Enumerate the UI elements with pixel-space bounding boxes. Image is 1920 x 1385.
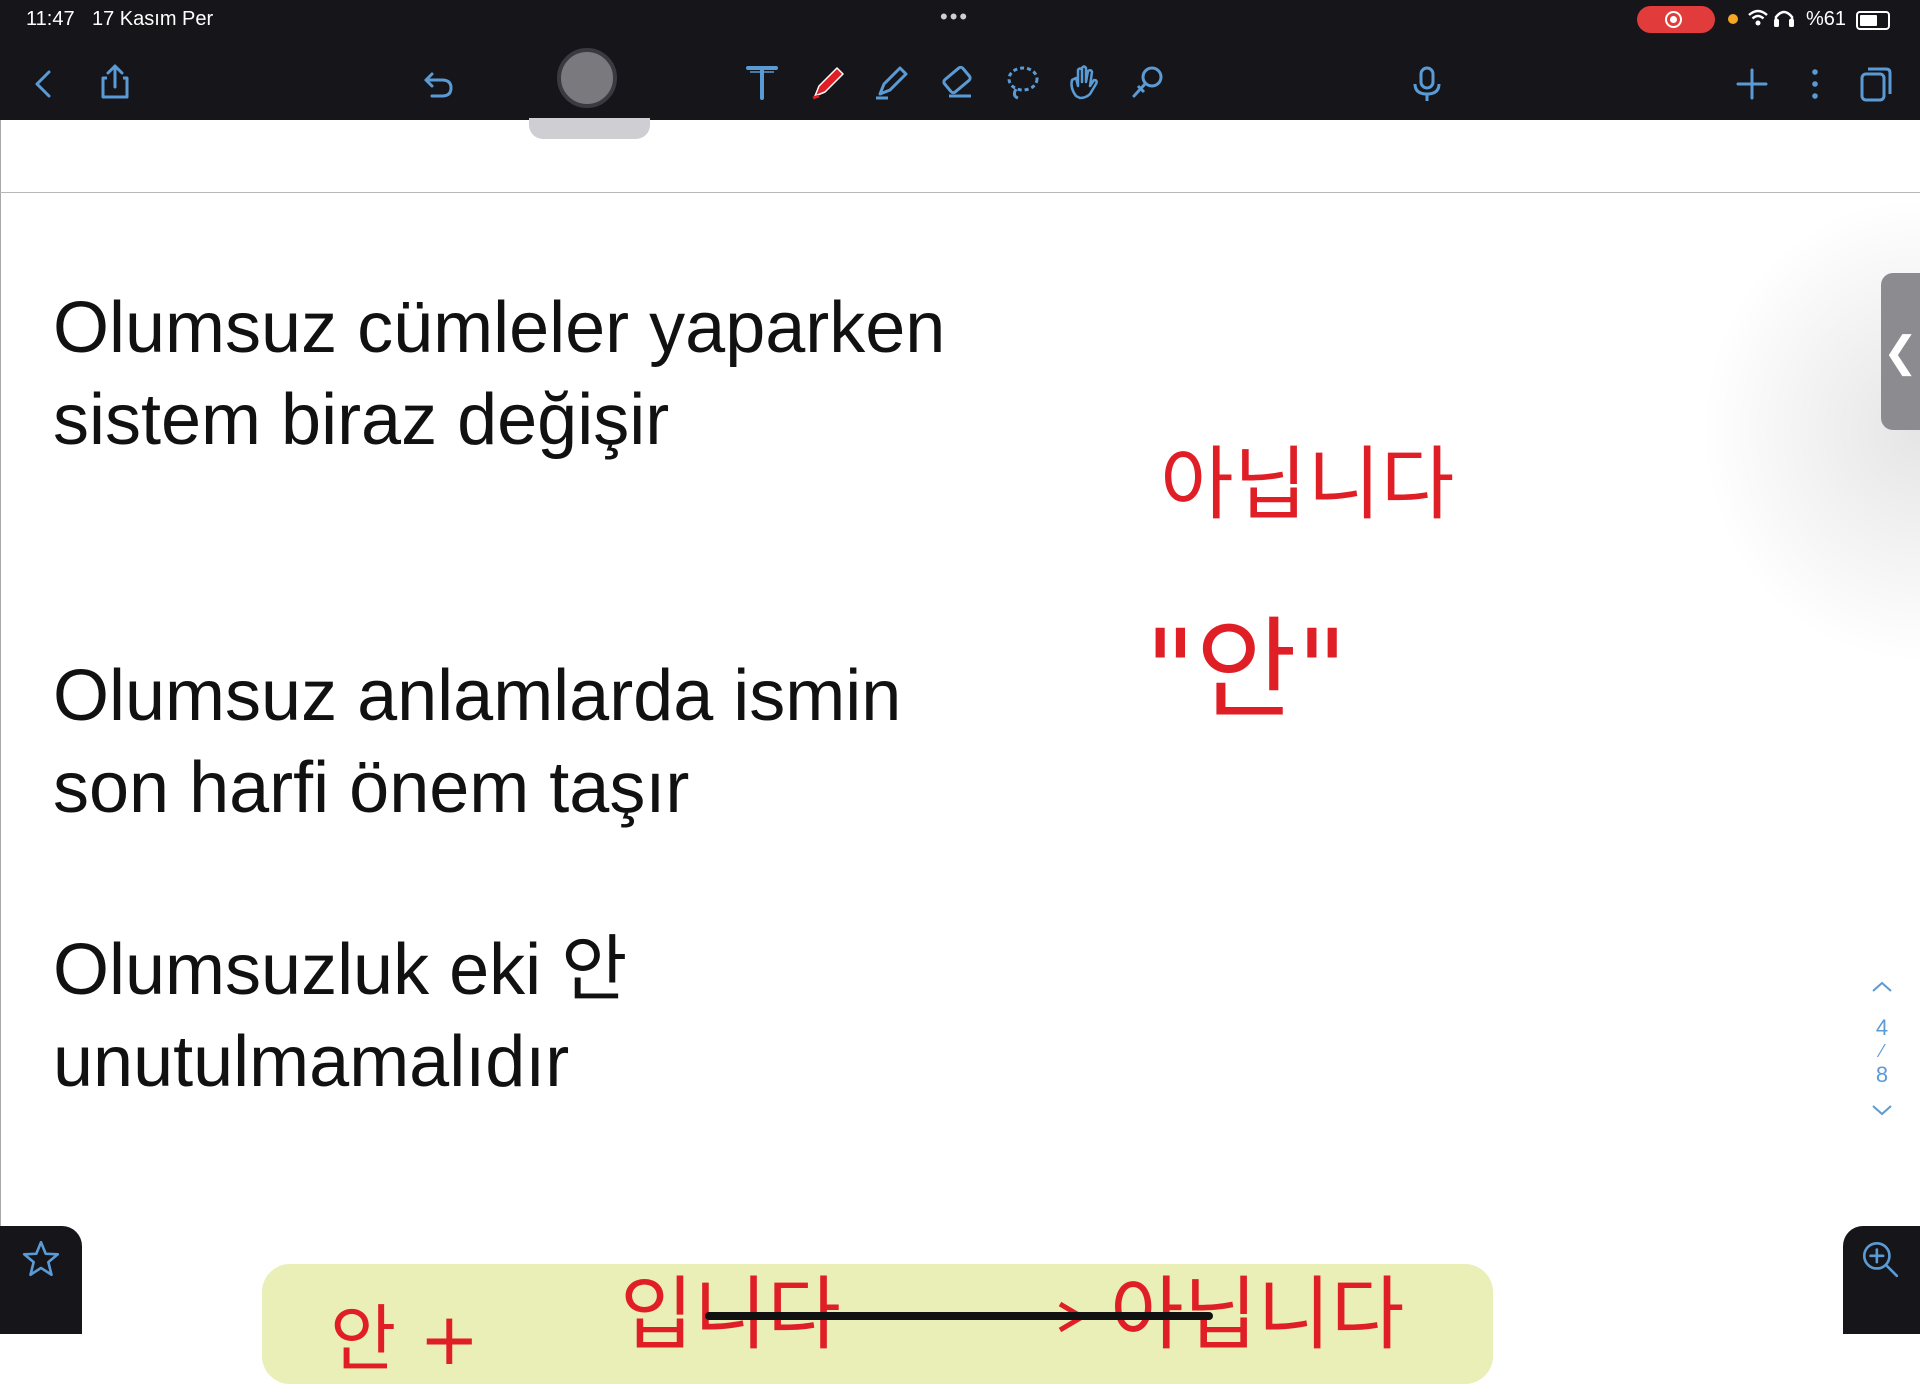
pen-icon[interactable]: [805, 58, 853, 106]
highlighter-icon[interactable]: [868, 58, 916, 106]
more-options-icon[interactable]: [1791, 60, 1839, 108]
drag-handle-button[interactable]: [557, 48, 617, 108]
share-icon[interactable]: [91, 58, 139, 106]
handwritten-anipnida-bottom: 아닙니다: [1110, 1268, 1405, 1361]
eraser-icon[interactable]: [933, 58, 981, 106]
page-left-edge: [0, 120, 1, 1230]
top-bar: 11:47 17 Kasım Per ••• %61: [0, 0, 1920, 120]
side-panel-shadow: [1700, 195, 1920, 665]
page-separator: ⁄: [1880, 1041, 1884, 1061]
zoom-button[interactable]: [1843, 1226, 1920, 1334]
handwritten-an-plus: 안 +: [330, 1297, 480, 1381]
page-indicator: 4 ⁄ 8: [1862, 975, 1902, 1124]
text-icon[interactable]: [738, 58, 786, 106]
page-total: 8: [1875, 1062, 1889, 1087]
mic-in-use-dot: [1728, 14, 1738, 24]
record-icon: [1665, 11, 1682, 28]
note-line-1a: Olumsuz cümleler yaparken: [53, 288, 946, 368]
side-panel-handle[interactable]: ❮: [1881, 273, 1920, 430]
handwritten-anipnida: 아닙니다: [1160, 438, 1455, 531]
page-down-icon[interactable]: [1862, 1098, 1902, 1124]
pages-icon[interactable]: [1852, 60, 1900, 108]
handwritten-an-quote: "안": [1145, 606, 1348, 734]
favorite-button[interactable]: [0, 1226, 82, 1334]
note-line-2b: son harfi önem taşır: [53, 748, 690, 828]
wifi-icon: [1748, 9, 1794, 27]
page-current: 4: [1875, 1015, 1889, 1040]
status-bar: 11:47 17 Kasım Per ••• %61: [0, 0, 1920, 38]
page-divider: [0, 192, 1920, 193]
toolbar-pull-tab[interactable]: [529, 118, 650, 139]
note-line-1b: sistem biraz değişir: [53, 380, 670, 460]
wifi-headphones-icons: [1746, 6, 1802, 36]
add-icon[interactable]: [1728, 60, 1776, 108]
zoom-in-icon: [1862, 1241, 1899, 1278]
star-icon: [22, 1240, 60, 1277]
status-time: 11:47: [26, 8, 75, 30]
handwritten-imnida: 입니다: [620, 1268, 841, 1361]
lasso-icon[interactable]: [998, 58, 1046, 106]
multitask-dots[interactable]: •••: [940, 4, 969, 30]
hand-tool-icon[interactable]: [1060, 58, 1108, 106]
screen-recording-indicator[interactable]: [1637, 6, 1715, 33]
battery-icon: [1856, 11, 1890, 30]
note-line-3a: Olumsuzluk eki 안: [53, 930, 628, 1010]
note-line-2a: Olumsuz anlamlarda ismin: [53, 656, 902, 736]
note-line-3b: unutulmamalıdır: [53, 1022, 570, 1102]
undo-icon[interactable]: [414, 60, 462, 108]
battery-percent: %61: [1806, 8, 1847, 30]
mic-icon[interactable]: [1403, 60, 1451, 108]
laser-pointer-icon[interactable]: [1124, 58, 1172, 106]
back-icon[interactable]: [20, 60, 68, 108]
page-up-icon[interactable]: [1862, 975, 1902, 1003]
home-indicator[interactable]: [705, 1312, 1213, 1320]
status-date: 17 Kasım Per: [92, 8, 214, 30]
